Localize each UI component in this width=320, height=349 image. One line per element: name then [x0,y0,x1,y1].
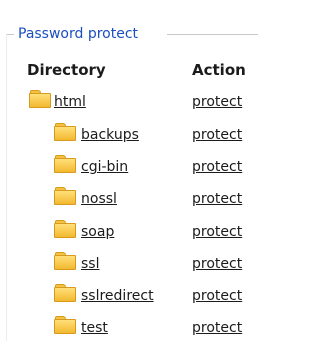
folder-icon [54,123,76,141]
folder-icon [54,252,76,270]
folder-icon [54,155,76,173]
directory-link-backups[interactable]: backups [81,126,139,144]
fieldset-border-right [167,34,258,35]
protect-link-soap[interactable]: protect [192,223,242,241]
directory-row-ssl: ssl protect [0,252,264,274]
directory-row-backups: backups protect [0,123,264,145]
directory-row-soap: soap protect [0,220,264,242]
directory-link-nossl[interactable]: nossl [81,190,117,208]
fieldset-legend: Password protect [18,26,139,42]
protect-link-test[interactable]: protect [192,319,242,337]
folder-icon [29,90,51,108]
directory-link-test[interactable]: test [81,319,108,337]
directory-link-ssl[interactable]: ssl [81,255,99,273]
action-column-header: Action [192,61,246,79]
fieldset-border-left [6,34,14,35]
directory-row-nossl: nossl protect [0,187,264,209]
protect-link-cgi-bin[interactable]: protect [192,158,242,176]
protect-link-nossl[interactable]: protect [192,190,242,208]
protect-link-sslredirect[interactable]: protect [192,287,242,305]
directory-link-html[interactable]: html [54,93,86,111]
protect-link-ssl[interactable]: protect [192,255,242,273]
folder-icon [54,220,76,238]
folder-icon [54,316,76,334]
directory-link-soap[interactable]: soap [81,223,114,241]
folder-icon [54,187,76,205]
protect-link-html[interactable]: protect [192,93,242,111]
directory-link-sslredirect[interactable]: sslredirect [81,287,154,305]
directory-row-cgi-bin: cgi-bin protect [0,155,264,177]
folder-icon [54,284,76,302]
protect-link-backups[interactable]: protect [192,126,242,144]
directory-row-test: test protect [0,316,264,338]
directory-row-sslredirect: sslredirect protect [0,284,264,306]
directory-column-header: Directory [27,61,106,79]
directory-link-cgi-bin[interactable]: cgi-bin [81,158,128,176]
directory-row-html: html protect [0,90,264,112]
